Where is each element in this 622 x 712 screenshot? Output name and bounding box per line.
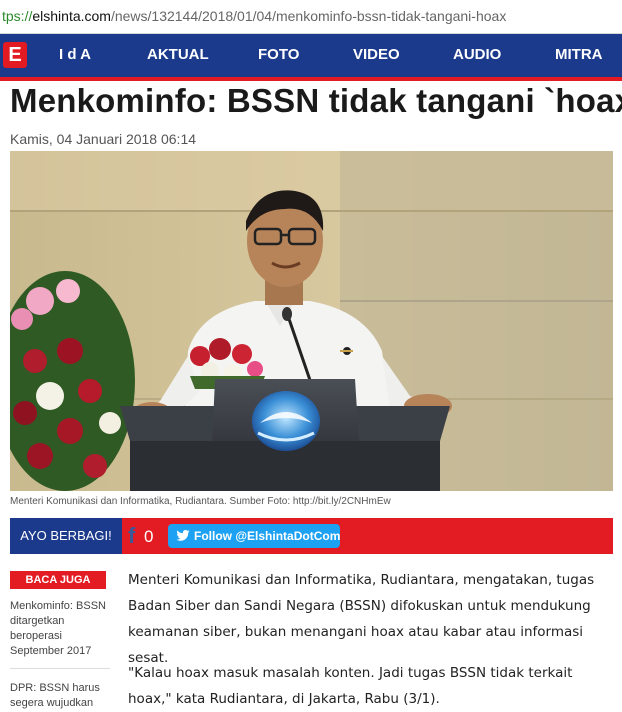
twitter-follow-button[interactable]: Follow @ElshintaDotCom — [168, 524, 340, 548]
nav-item-aktual[interactable]: AKTUAL — [147, 46, 209, 63]
photo-caption: Menteri Komunikasi dan Informatika, Rudi… — [10, 496, 391, 507]
related-header: BACA JUGA — [10, 571, 106, 589]
address-bar[interactable]: tps://elshinta.com/news/132144/2018/01/0… — [0, 0, 622, 34]
related-link[interactable]: Menkominfo: BSSN ditargetkan beroperasi … — [10, 599, 110, 659]
article-photo — [10, 151, 613, 491]
site-logo[interactable]: E — [3, 42, 27, 68]
main-navigation: E I d A AKTUAL FOTO VIDEO AUDIO MITRA — [0, 34, 622, 81]
article-paragraph: "Kalau hoax masuk masalah konten. Jadi t… — [128, 665, 573, 707]
facebook-share-count: 0 — [144, 527, 154, 546]
url-scheme: tps:// — [2, 8, 33, 24]
related-divider — [10, 668, 110, 669]
facebook-icon[interactable]: f — [128, 525, 135, 547]
url-host: elshinta.com — [32, 8, 111, 24]
article-date: Kamis, 04 Januari 2018 06:14 — [10, 131, 197, 147]
related-link[interactable]: DPR: BSSN harus segera wujudkan — [10, 681, 110, 711]
article-title: Menkominfo: BSSN tidak tangani `hoax` — [10, 82, 622, 119]
twitter-follow-label: Follow @ElshintaDotCom — [194, 529, 341, 543]
nav-item-audio[interactable]: AUDIO — [453, 46, 501, 63]
article-paragraph: Menteri Komunikasi dan Informatika, Rudi… — [128, 572, 595, 666]
nav-item-ida[interactable]: I d A — [59, 46, 91, 63]
url-path: /news/132144/2018/01/04/menkominfo-bssn-… — [110, 8, 507, 24]
twitter-bird-icon — [176, 530, 190, 541]
share-bar: AYO BERBAGI! f 0 Follow @ElshintaDotCom — [10, 518, 613, 554]
nav-item-video[interactable]: VIDEO — [353, 46, 400, 63]
nav-item-mitra[interactable]: MITRA — [555, 46, 603, 63]
nav-item-foto[interactable]: FOTO — [258, 46, 299, 63]
share-label: AYO BERBAGI! — [10, 518, 122, 554]
